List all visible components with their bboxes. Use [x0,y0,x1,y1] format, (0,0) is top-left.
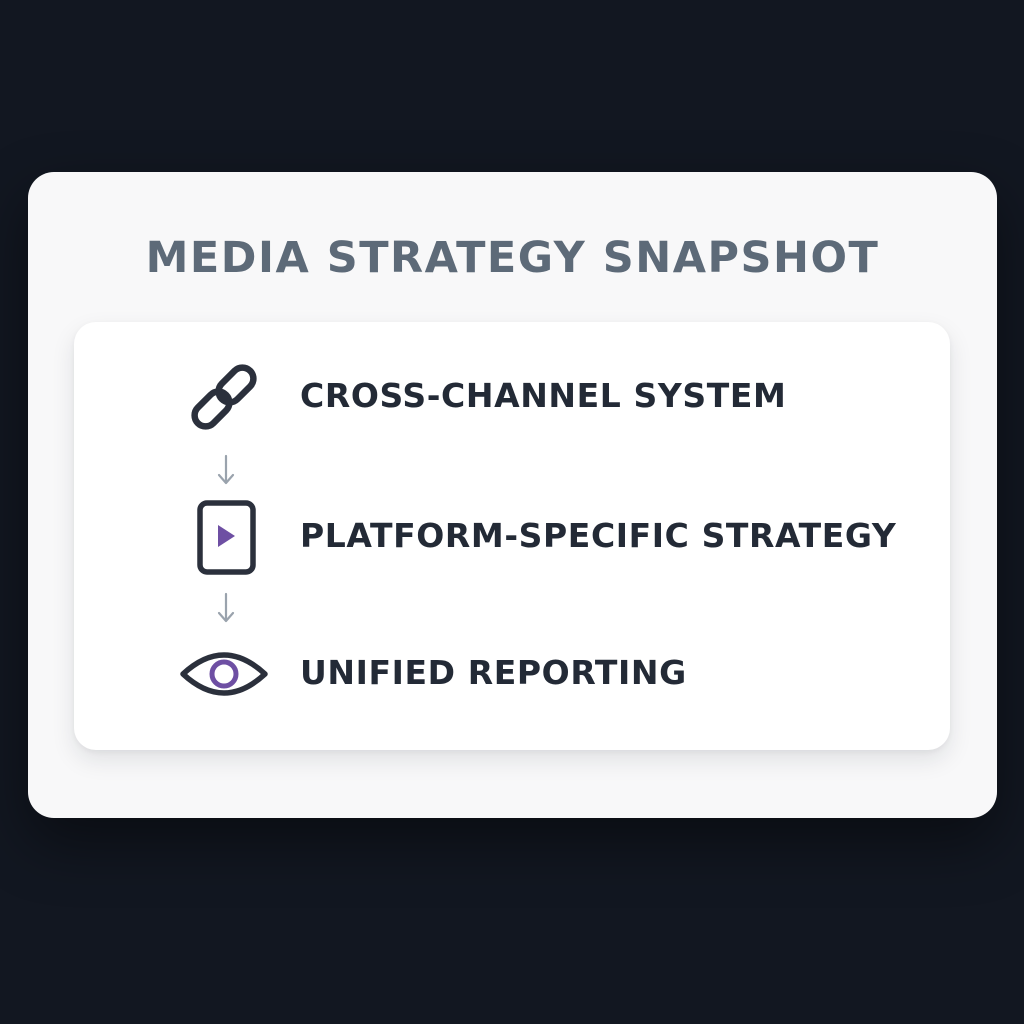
eye-icon [179,629,269,719]
step-label-cross-channel: CROSS-CHANNEL SYSTEM [300,375,787,415]
card-title: MEDIA STRATEGY SNAPSHOT [145,233,880,283]
down-arrow-icon [217,592,235,623]
down-arrow-icon [217,454,235,485]
link-icon [179,352,269,442]
step-label-platform-specific: PLATFORM-SPECIFIC STRATEGY [300,515,897,555]
strategy-flow-panel: CROSS-CHANNEL SYSTEM PLATFORM-SPECIFIC S… [74,322,950,750]
snapshot-card: MEDIA STRATEGY SNAPSHOT CROSS-CHANNEL SY… [28,172,997,818]
step-label-unified-reporting: UNIFIED REPORTING [300,652,687,692]
tablet-play-icon [179,492,269,582]
